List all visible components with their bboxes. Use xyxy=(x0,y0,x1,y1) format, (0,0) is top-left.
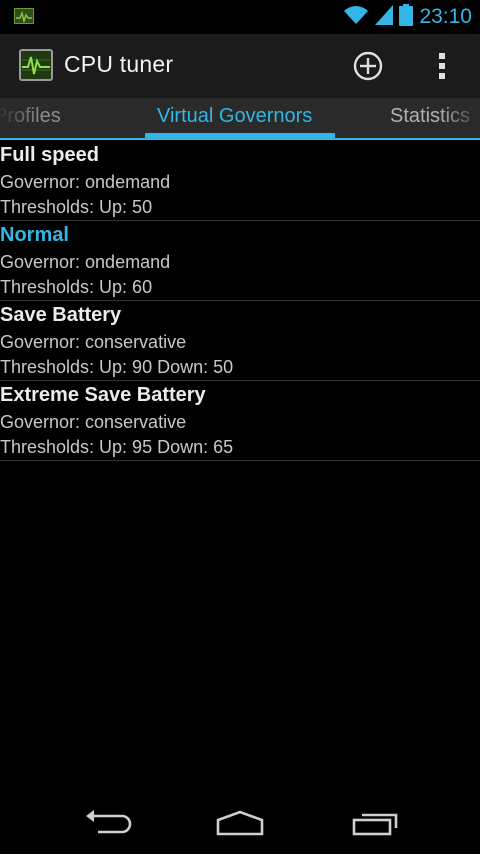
navigation-bar xyxy=(0,790,480,854)
tab-strip: Profiles Virtual Governors Statistics xyxy=(0,98,480,140)
tab-selected-indicator xyxy=(145,133,335,138)
overflow-menu-icon xyxy=(439,53,445,79)
governor-type: Governor: ondemand xyxy=(0,252,171,272)
governor-thresholds: Thresholds: Up: 60 xyxy=(0,277,153,297)
governor-name: Normal xyxy=(0,224,69,246)
home-icon xyxy=(216,810,264,836)
governor-type: Governor: conservative xyxy=(0,412,187,432)
back-icon xyxy=(86,810,132,834)
add-button[interactable] xyxy=(346,48,390,84)
status-icons: 23:10 xyxy=(343,4,472,30)
governor-list: Full speed Governor: ondemand Thresholds… xyxy=(0,141,480,461)
governor-name: Save Battery xyxy=(0,304,122,326)
governor-name: Full speed xyxy=(0,144,99,166)
back-button[interactable] xyxy=(78,808,138,838)
signal-icon xyxy=(375,5,394,29)
governor-thresholds: Thresholds: Up: 95 Down: 65 xyxy=(0,437,234,457)
list-item[interactable]: Save Battery Governor: conservative Thre… xyxy=(0,301,480,381)
tab-statistics[interactable]: Statistics xyxy=(390,105,470,128)
recent-apps-icon xyxy=(352,813,398,836)
list-item[interactable]: Extreme Save Battery Governor: conservat… xyxy=(0,381,480,461)
governor-type: Governor: conservative xyxy=(0,332,187,352)
governor-thresholds: Thresholds: Up: 50 xyxy=(0,197,153,217)
tab-virtual-governors[interactable]: Virtual Governors xyxy=(157,105,312,128)
status-time: 23:10 xyxy=(419,5,472,28)
battery-icon xyxy=(399,4,414,30)
list-item[interactable]: Full speed Governor: ondemand Thresholds… xyxy=(0,141,480,221)
wifi-icon xyxy=(343,4,369,30)
recent-apps-button[interactable] xyxy=(346,808,406,838)
cpu-monitor-icon xyxy=(14,8,34,24)
tab-profiles[interactable]: Profiles xyxy=(0,105,61,128)
home-button[interactable] xyxy=(210,808,270,838)
add-icon xyxy=(353,51,383,81)
app-logo-icon[interactable] xyxy=(19,49,53,81)
action-bar: CPU tuner xyxy=(0,34,480,98)
app-title: CPU tuner xyxy=(64,51,174,77)
overflow-menu-button[interactable] xyxy=(426,48,458,84)
list-item[interactable]: Normal Governor: ondemand Thresholds: Up… xyxy=(0,221,480,301)
governor-type: Governor: ondemand xyxy=(0,172,171,192)
governor-thresholds: Thresholds: Up: 90 Down: 50 xyxy=(0,357,234,377)
governor-name: Extreme Save Battery xyxy=(0,384,206,406)
status-bar: 23:10 xyxy=(0,0,480,34)
